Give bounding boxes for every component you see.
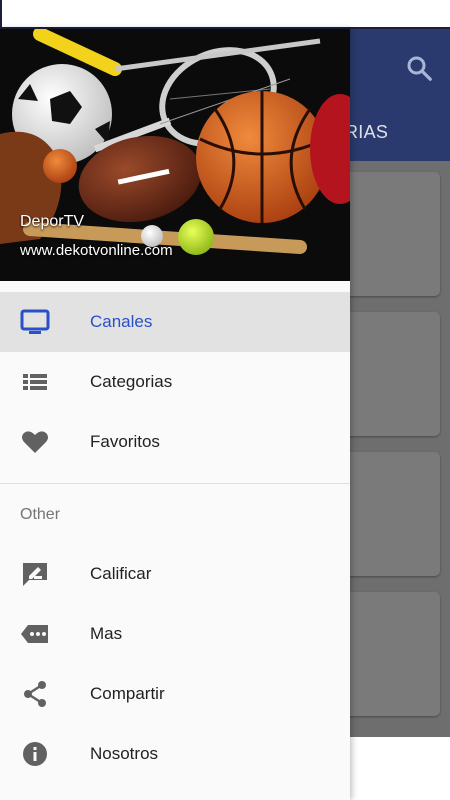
rate-review-icon <box>23 563 47 586</box>
channel-card[interactable] <box>345 452 440 576</box>
menu-item-calificar[interactable]: Calificar <box>0 544 350 604</box>
tab-categorias[interactable]: RIAS <box>345 122 388 143</box>
more-label-icon <box>21 625 48 643</box>
list-icon <box>23 374 47 390</box>
info-icon <box>23 742 47 766</box>
section-title: Other <box>20 506 61 523</box>
section-header-other: Other <box>0 484 350 544</box>
menu-item-canales[interactable]: Canales <box>0 292 350 352</box>
share-icon <box>24 681 46 707</box>
channel-card[interactable] <box>345 592 440 716</box>
drawer-menu: Canales Categorias Favoritos Other Calif… <box>0 292 350 784</box>
heart-icon <box>22 431 48 453</box>
app-name: DeporTV <box>20 213 85 230</box>
menu-item-categorias[interactable]: Categorias <box>0 352 350 412</box>
tv-icon <box>20 309 50 334</box>
status-bar <box>0 0 450 29</box>
channel-card[interactable] <box>345 172 440 296</box>
menu-item-label: Favoritos <box>90 432 160 451</box>
menu-item-label: Mas <box>90 624 123 643</box>
drawer-header: DeporTV www.dekotvonline.com <box>0 29 350 281</box>
menu-item-favoritos[interactable]: Favoritos <box>0 412 350 472</box>
menu-item-label: Compartir <box>90 684 165 703</box>
menu-item-compartir[interactable]: Compartir <box>0 664 350 724</box>
menu-item-label: Calificar <box>90 564 152 583</box>
menu-item-label: Nosotros <box>90 744 159 763</box>
menu-item-mas[interactable]: Mas <box>0 604 350 664</box>
channel-card[interactable] <box>345 312 440 436</box>
menu-item-nosotros[interactable]: Nosotros <box>0 724 350 784</box>
menu-item-label: Categorias <box>90 372 173 391</box>
search-icon[interactable] <box>404 53 434 83</box>
menu-item-label: Canales <box>90 312 153 331</box>
navigation-drawer: DeporTV www.dekotvonline.com Canales Cat… <box>0 29 350 800</box>
website-url[interactable]: www.dekotvonline.com <box>20 242 173 259</box>
